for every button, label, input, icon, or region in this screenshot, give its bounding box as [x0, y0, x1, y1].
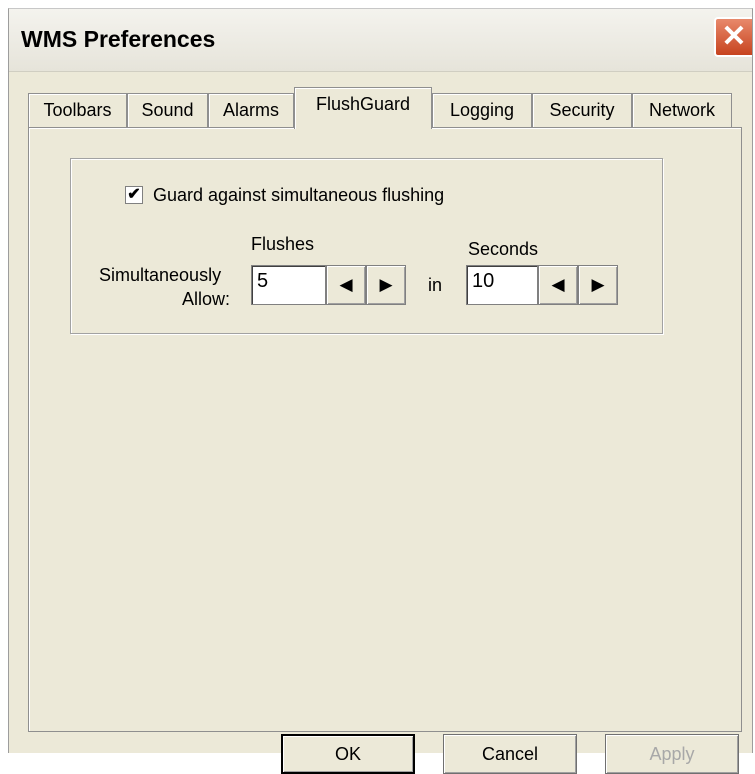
- preferences-window: WMS Preferences ✕ Toolbars Sound Alarms …: [8, 8, 753, 774]
- check-icon: ✔: [127, 186, 141, 203]
- seconds-decrement-button[interactable]: ◀: [538, 265, 578, 305]
- arrow-right-icon: ▶: [379, 275, 393, 294]
- apply-button[interactable]: Apply: [605, 734, 739, 774]
- seconds-increment-button[interactable]: ▶: [578, 265, 618, 305]
- tab-toolbars[interactable]: Toolbars: [28, 93, 127, 127]
- tab-alarms[interactable]: Alarms: [208, 93, 294, 127]
- tab-logging[interactable]: Logging: [432, 93, 532, 127]
- simultaneously-label: Simultaneously: [99, 265, 222, 285]
- allow-label: Allow:: [182, 289, 231, 309]
- seconds-label: Seconds: [468, 239, 539, 259]
- tab-strip: Toolbars Sound Alarms FlushGuard Logging…: [28, 87, 738, 129]
- ok-button[interactable]: OK: [281, 734, 415, 774]
- flushes-increment-button[interactable]: ▶: [366, 265, 406, 305]
- flushguard-group: ✔ Guard against simultaneous flushing Fl…: [70, 158, 663, 334]
- close-icon: ✕: [721, 20, 747, 53]
- arrow-left-icon: ◀: [339, 275, 353, 294]
- arrow-right-icon: ▶: [591, 275, 605, 294]
- close-button[interactable]: ✕: [714, 17, 752, 57]
- title-bar[interactable]: WMS Preferences ✕: [9, 9, 752, 72]
- flushes-input[interactable]: 5: [251, 265, 326, 305]
- flushguard-panel: ✔ Guard against simultaneous flushing Fl…: [28, 127, 742, 732]
- tab-network[interactable]: Network: [632, 93, 732, 127]
- tab-flushguard[interactable]: FlushGuard: [294, 87, 432, 129]
- guard-checkbox-label[interactable]: Guard against simultaneous flushing: [153, 185, 444, 206]
- flushes-decrement-button[interactable]: ◀: [326, 265, 366, 305]
- window-title: WMS Preferences: [21, 26, 216, 52]
- cancel-button[interactable]: Cancel: [443, 734, 577, 774]
- dialog-button-bar: OK Cancel Apply: [9, 734, 754, 774]
- seconds-input[interactable]: 10: [466, 265, 538, 305]
- tab-security[interactable]: Security: [532, 93, 632, 127]
- in-label: in: [428, 275, 443, 295]
- arrow-left-icon: ◀: [551, 275, 565, 294]
- tab-sound[interactable]: Sound: [127, 93, 208, 127]
- flushes-label: Flushes: [251, 234, 315, 254]
- guard-checkbox[interactable]: ✔: [125, 186, 143, 204]
